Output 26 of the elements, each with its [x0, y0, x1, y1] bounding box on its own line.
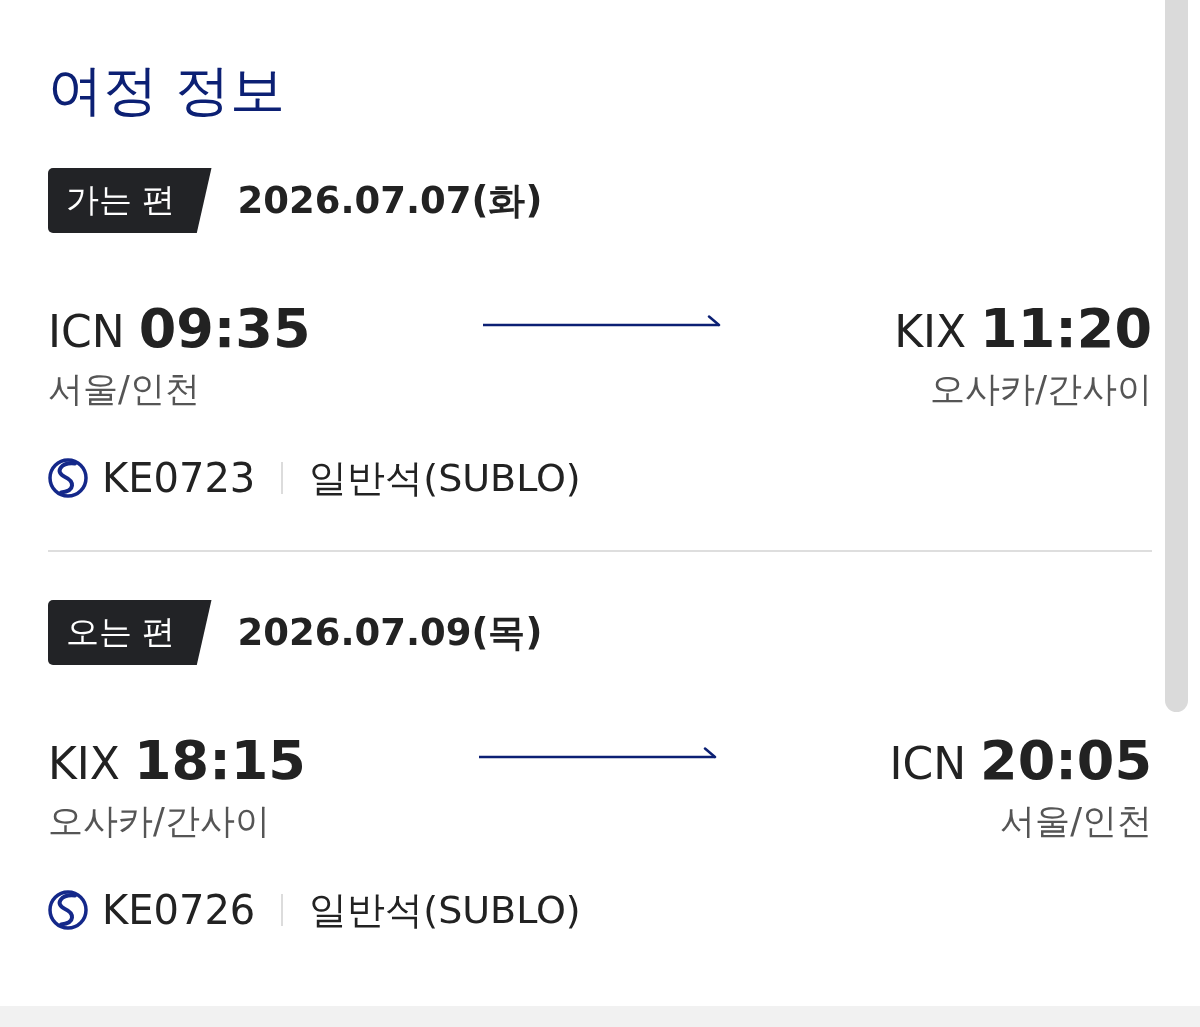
- airport-code: ICN: [889, 737, 967, 791]
- scrollbar-thumb[interactable]: [1165, 0, 1188, 712]
- arrow-icon: [483, 315, 722, 327]
- city-name: 서울/인천: [48, 368, 200, 411]
- cabin-class: 일반석(SUBLO): [309, 886, 581, 934]
- segment-label: 오는 편: [48, 600, 212, 665]
- flight-time: 11:20: [980, 296, 1152, 362]
- flight-time: 20:05: [980, 728, 1152, 794]
- flight-number: KE0726: [102, 887, 256, 933]
- airport-code: ICN: [48, 305, 125, 359]
- airline-logo-icon: [48, 890, 88, 930]
- flight-date: 2026.07.07(화): [237, 177, 543, 224]
- arrow-icon: [478, 747, 717, 759]
- city-name: 서울/인천: [1000, 800, 1152, 843]
- flight-time: 18:15: [134, 728, 306, 794]
- city-name: 오사카/간사이: [930, 368, 1152, 411]
- cabin-class: 일반석(SUBLO): [309, 454, 581, 502]
- page-title: 여정 정보: [48, 57, 286, 124]
- city-name: 오사카/간사이: [48, 800, 270, 843]
- airport-code: KIX: [894, 305, 967, 359]
- flight-date: 2026.07.09(목): [237, 609, 543, 656]
- airline-logo-icon: [48, 458, 88, 498]
- segment-label: 가는 편: [48, 168, 212, 233]
- airport-code: KIX: [48, 737, 120, 791]
- flight-time: 09:35: [138, 296, 311, 362]
- flight-number: KE0723: [102, 455, 256, 501]
